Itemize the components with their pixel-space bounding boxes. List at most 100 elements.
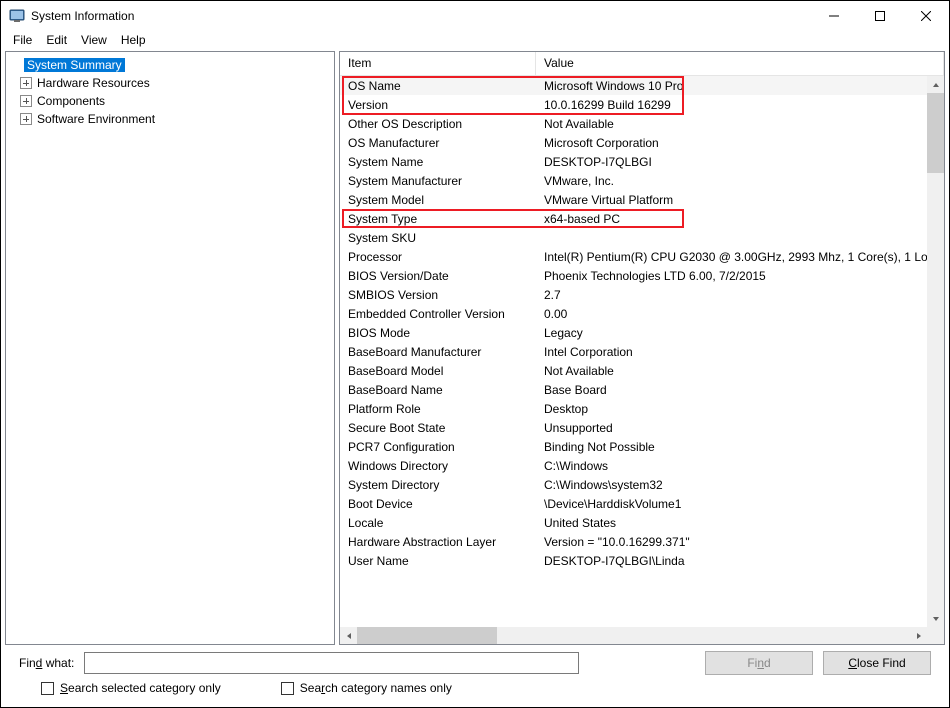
minimize-button[interactable] (811, 1, 857, 31)
cell-value: C:\Windows (536, 459, 944, 473)
table-row[interactable]: OS ManufacturerMicrosoft Corporation (340, 133, 944, 152)
cell-item: BaseBoard Model (340, 364, 536, 378)
cell-item: BaseBoard Manufacturer (340, 345, 536, 359)
cell-item: System Model (340, 193, 536, 207)
table-row[interactable]: Other OS DescriptionNot Available (340, 114, 944, 133)
table-row[interactable]: BaseBoard ManufacturerIntel Corporation (340, 342, 944, 361)
maximize-button[interactable] (857, 1, 903, 31)
table-row[interactable]: BIOS ModeLegacy (340, 323, 944, 342)
cell-item: OS Name (340, 79, 536, 93)
find-input[interactable] (84, 652, 579, 674)
table-row[interactable]: Hardware Abstraction LayerVersion = "10.… (340, 532, 944, 551)
cell-item: Windows Directory (340, 459, 536, 473)
cell-item: OS Manufacturer (340, 136, 536, 150)
table-row[interactable]: Platform RoleDesktop (340, 399, 944, 418)
tree-item[interactable]: Components (6, 92, 334, 110)
checkbox-icon (41, 682, 54, 695)
cell-item: BaseBoard Name (340, 383, 536, 397)
column-header-item[interactable]: Item (340, 52, 536, 75)
checkbox-selected-category[interactable]: Search selected category only (41, 681, 221, 695)
scroll-right-icon[interactable] (910, 627, 927, 644)
horizontal-scrollbar[interactable] (340, 627, 927, 644)
column-header-value[interactable]: Value (536, 52, 944, 75)
cell-value: VMware Virtual Platform (536, 193, 944, 207)
tree-item[interactable]: Software Environment (6, 110, 334, 128)
cell-item: Hardware Abstraction Layer (340, 535, 536, 549)
menu-help[interactable]: Help (115, 31, 152, 49)
checkbox-category-names[interactable]: Search category names only (281, 681, 452, 695)
table-row[interactable]: System ModelVMware Virtual Platform (340, 190, 944, 209)
tree-expander-icon[interactable] (20, 77, 32, 89)
cell-item: Version (340, 98, 536, 112)
cell-item: Embedded Controller Version (340, 307, 536, 321)
scroll-up-icon[interactable] (927, 76, 944, 93)
table-row[interactable]: BaseBoard ModelNot Available (340, 361, 944, 380)
table-row[interactable]: System ManufacturerVMware, Inc. (340, 171, 944, 190)
scroll-thumb[interactable] (927, 93, 944, 173)
table-row[interactable]: LocaleUnited States (340, 513, 944, 532)
table-row[interactable]: System NameDESKTOP-I7QLBGI (340, 152, 944, 171)
close-button[interactable] (903, 1, 949, 31)
table-row[interactable]: OS NameMicrosoft Windows 10 Pro (340, 76, 944, 95)
find-button[interactable]: Find (705, 651, 813, 675)
cell-item: Secure Boot State (340, 421, 536, 435)
cell-value: Legacy (536, 326, 944, 340)
table-row[interactable]: System Typex64-based PC (340, 209, 944, 228)
table-row[interactable]: Embedded Controller Version0.00 (340, 304, 944, 323)
table-row[interactable]: User NameDESKTOP-I7QLBGI\Linda (340, 551, 944, 570)
table-row[interactable]: Secure Boot StateUnsupported (340, 418, 944, 437)
cell-value: Intel Corporation (536, 345, 944, 359)
close-find-button[interactable]: Close Find (823, 651, 931, 675)
vertical-scrollbar[interactable] (927, 76, 944, 627)
menu-file[interactable]: File (7, 31, 38, 49)
cell-value: Binding Not Possible (536, 440, 944, 454)
cell-item: System Type (340, 212, 536, 226)
table-row[interactable]: Windows DirectoryC:\Windows (340, 456, 944, 475)
cell-value: United States (536, 516, 944, 530)
tree-expander-icon[interactable] (20, 113, 32, 125)
cell-item: Platform Role (340, 402, 536, 416)
list-body[interactable]: OS NameMicrosoft Windows 10 ProVersion10… (340, 76, 944, 644)
cell-value: DESKTOP-I7QLBGI\Linda (536, 554, 944, 568)
table-row[interactable]: Boot Device\Device\HarddiskVolume1 (340, 494, 944, 513)
cell-value: Unsupported (536, 421, 944, 435)
cell-value: VMware, Inc. (536, 174, 944, 188)
tree-expander-icon[interactable] (20, 95, 32, 107)
find-bar: Find what: Find Close Find Search select… (1, 645, 949, 703)
table-row[interactable]: BIOS Version/DatePhoenix Technologies LT… (340, 266, 944, 285)
cell-item: Boot Device (340, 497, 536, 511)
cell-item: System Manufacturer (340, 174, 536, 188)
table-row[interactable]: System DirectoryC:\Windows\system32 (340, 475, 944, 494)
cell-item: BIOS Mode (340, 326, 536, 340)
cell-item: SMBIOS Version (340, 288, 536, 302)
tree-pane[interactable]: System Summary Hardware ResourcesCompone… (5, 51, 335, 645)
cell-value: C:\Windows\system32 (536, 478, 944, 492)
table-row[interactable]: ProcessorIntel(R) Pentium(R) CPU G2030 @… (340, 247, 944, 266)
tree-item[interactable]: Hardware Resources (6, 74, 334, 92)
window-title: System Information (31, 9, 134, 23)
table-row[interactable]: Version10.0.16299 Build 16299 (340, 95, 944, 114)
cell-item: PCR7 Configuration (340, 440, 536, 454)
tree-root-label: System Summary (24, 58, 125, 72)
cell-value: Version = "10.0.16299.371" (536, 535, 944, 549)
checkbox-label: Search category names only (300, 681, 452, 695)
details-pane[interactable]: Item Value OS NameMicrosoft Windows 10 P… (339, 51, 945, 645)
checkbox-label: Search selected category only (60, 681, 221, 695)
menu-edit[interactable]: Edit (40, 31, 73, 49)
table-row[interactable]: System SKU (340, 228, 944, 247)
cell-value: Base Board (536, 383, 944, 397)
scroll-down-icon[interactable] (927, 610, 944, 627)
tree-expander-icon (10, 59, 22, 71)
table-row[interactable]: SMBIOS Version2.7 (340, 285, 944, 304)
cell-value: 0.00 (536, 307, 944, 321)
cell-value: Not Available (536, 364, 944, 378)
list-header[interactable]: Item Value (340, 52, 944, 76)
find-label: Find what: (19, 656, 74, 670)
table-row[interactable]: PCR7 ConfigurationBinding Not Possible (340, 437, 944, 456)
menu-view[interactable]: View (75, 31, 113, 49)
scroll-thumb-h[interactable] (357, 627, 497, 644)
scroll-left-icon[interactable] (340, 627, 357, 644)
cell-value: DESKTOP-I7QLBGI (536, 155, 944, 169)
tree-root[interactable]: System Summary (6, 56, 334, 74)
table-row[interactable]: BaseBoard NameBase Board (340, 380, 944, 399)
